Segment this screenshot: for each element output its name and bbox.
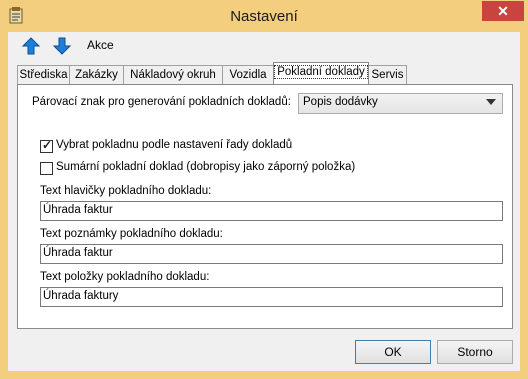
checkmark-icon: ✓ bbox=[42, 138, 53, 152]
pairing-label: Párovací znak pro generování pokladních … bbox=[32, 96, 291, 108]
dialog-client: Akce Střediska Zakázky Nákladový okruh V… bbox=[8, 32, 520, 371]
ok-button[interactable]: OK bbox=[355, 340, 431, 364]
summary-label: Sumární pokladní doklad (dobropisy jako … bbox=[56, 161, 356, 173]
tab-strediska[interactable]: Střediska bbox=[17, 65, 70, 84]
chevron-down-icon bbox=[486, 99, 496, 105]
header-text-field[interactable]: Úhrada faktur bbox=[40, 201, 503, 221]
pairing-select[interactable]: Popis dodávky bbox=[298, 93, 503, 114]
tab-servis[interactable]: Servis bbox=[368, 65, 407, 84]
window-title: Nastavení bbox=[230, 8, 298, 25]
note-text-label: Text poznámky pokladního dokladu: bbox=[40, 228, 223, 240]
arrow-up-icon[interactable] bbox=[21, 36, 41, 56]
toolbar: Akce bbox=[8, 32, 520, 60]
cancel-button[interactable]: Storno bbox=[437, 340, 513, 364]
title-bar[interactable]: Nastavení ✕ bbox=[0, 0, 528, 33]
tab-vozidla[interactable]: Vozidla bbox=[222, 65, 274, 84]
select-register-label: Vybrat pokladnu podle nastavení řady dok… bbox=[56, 139, 293, 151]
pairing-select-value: Popis dodávky bbox=[303, 96, 378, 108]
header-text-label: Text hlavičky pokladního dokladu: bbox=[40, 185, 212, 197]
note-text-field[interactable]: Úhrada faktur bbox=[40, 244, 503, 264]
actions-menu[interactable]: Akce bbox=[87, 38, 114, 52]
tab-zakazky[interactable]: Zakázky bbox=[69, 65, 124, 84]
close-button[interactable]: ✕ bbox=[482, 1, 524, 21]
tab-panel: Párovací znak pro generování pokladních … bbox=[17, 84, 513, 329]
tab-pokladni-doklady[interactable]: Pokladní doklady bbox=[273, 62, 369, 84]
dialog-window: Nastavení ✕ Akce Střediska Zakázky Nákla… bbox=[0, 0, 528, 379]
item-text-field[interactable]: Úhrada faktury bbox=[40, 287, 503, 307]
select-register-checkbox[interactable]: ✓ bbox=[40, 138, 53, 153]
tab-nakladovy-okruh[interactable]: Nákladový okruh bbox=[123, 65, 223, 84]
arrow-down-icon[interactable] bbox=[52, 36, 72, 56]
summary-checkbox[interactable] bbox=[40, 162, 53, 175]
item-text-label: Text položky pokladního dokladu: bbox=[40, 271, 210, 283]
